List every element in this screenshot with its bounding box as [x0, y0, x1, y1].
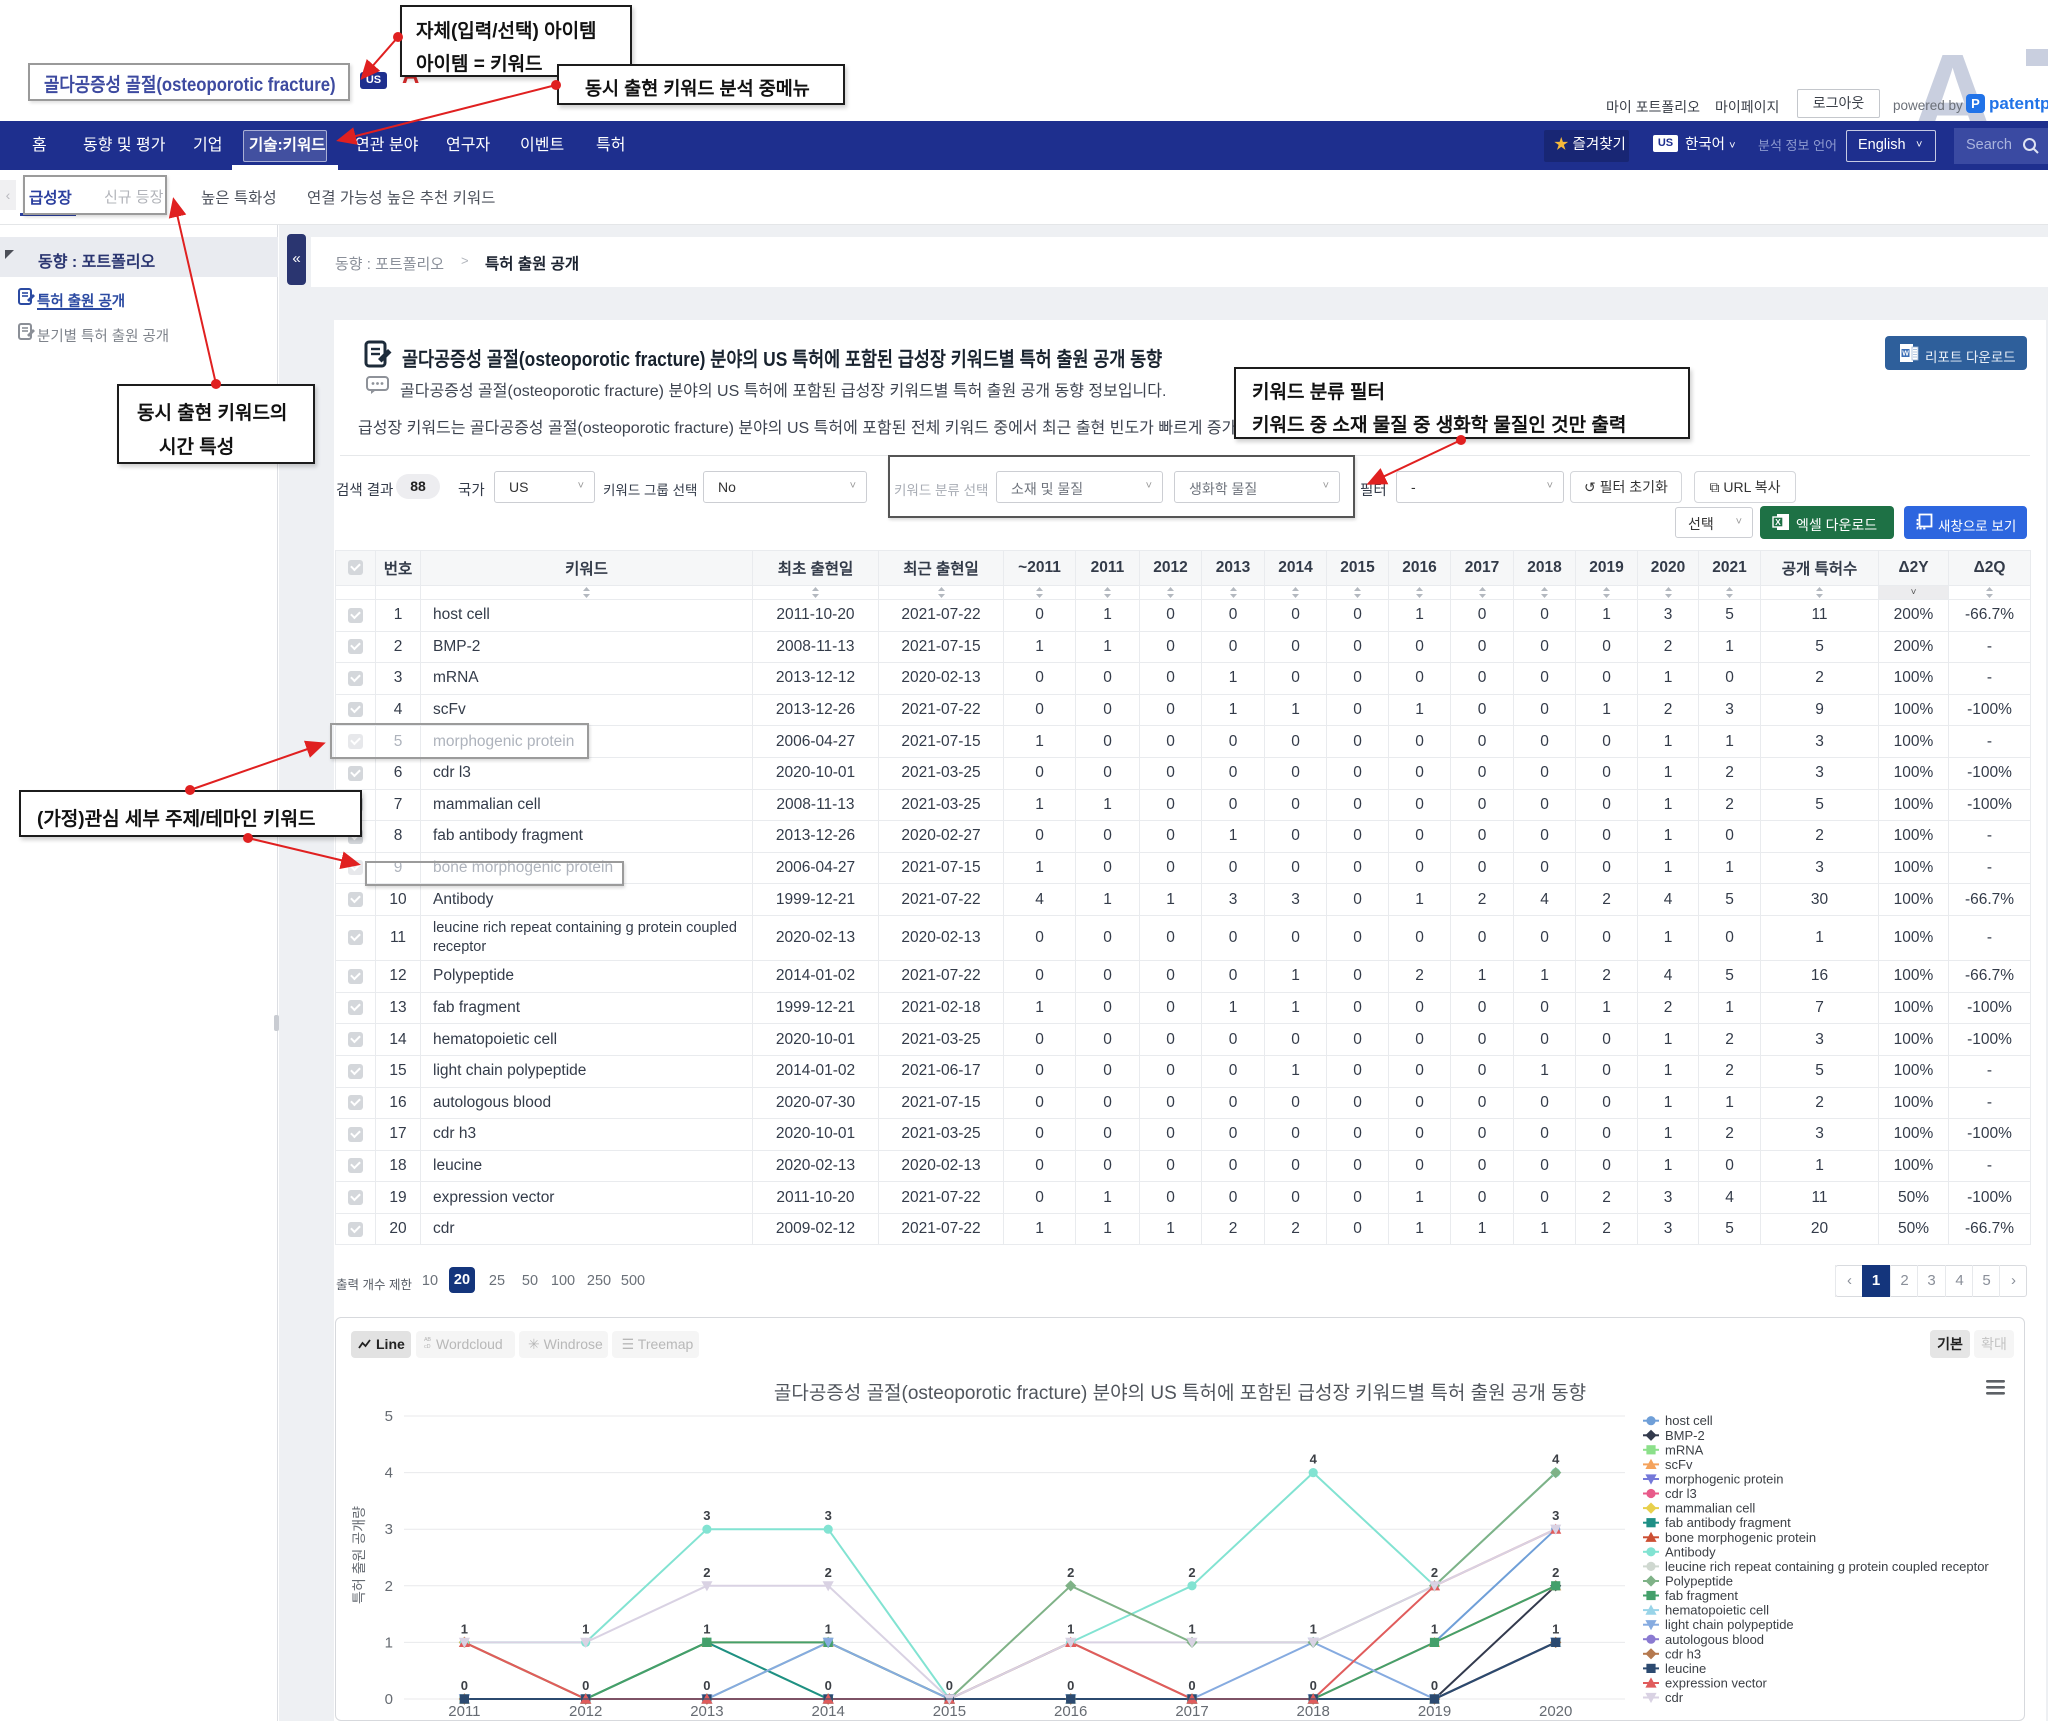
svg-text:expression vector: expression vector [1665, 1676, 1768, 1691]
svg-text:4: 4 [385, 1465, 393, 1482]
svg-text:0: 0 [703, 1678, 710, 1693]
svg-text:leucine rich repeat containing: leucine rich repeat containing g protein… [1665, 1559, 1989, 1574]
svg-text:2011: 2011 [448, 1703, 480, 1720]
svg-text:2016: 2016 [1054, 1703, 1087, 1720]
svg-text:1: 1 [1431, 1621, 1438, 1636]
svg-text:1: 1 [1310, 1621, 1317, 1636]
svg-text:leucine: leucine [1665, 1661, 1706, 1676]
svg-text:1: 1 [825, 1621, 832, 1636]
svg-text:1: 1 [703, 1621, 710, 1636]
svg-text:fab antibody fragment: fab antibody fragment [1665, 1515, 1791, 1530]
svg-text:W: W [1902, 351, 1909, 358]
svg-text:light chain polypeptide: light chain polypeptide [1665, 1617, 1794, 1632]
svg-text:host cell: host cell [1665, 1413, 1713, 1428]
svg-text:cdr h3: cdr h3 [1665, 1646, 1701, 1661]
svg-text:0: 0 [1310, 1678, 1317, 1693]
svg-text:BMP-2: BMP-2 [1665, 1428, 1705, 1443]
svg-text:1: 1 [461, 1621, 468, 1636]
svg-text:morphogenic protein: morphogenic protein [1665, 1472, 1784, 1487]
svg-text:2: 2 [385, 1578, 393, 1595]
svg-text:2017: 2017 [1175, 1703, 1208, 1720]
svg-text:scFv: scFv [1665, 1457, 1693, 1472]
svg-text:cdr: cdr [1665, 1690, 1684, 1705]
svg-text:1: 1 [582, 1621, 589, 1636]
svg-text:cdr l3: cdr l3 [1665, 1486, 1697, 1501]
svg-text:2: 2 [1552, 1565, 1559, 1580]
svg-text:1: 1 [1067, 1621, 1074, 1636]
svg-text:2014: 2014 [812, 1703, 845, 1720]
svg-text:5: 5 [385, 1408, 393, 1425]
svg-text:Antibody: Antibody [1665, 1544, 1716, 1559]
svg-text:0: 0 [1188, 1678, 1195, 1693]
svg-text:3: 3 [1552, 1508, 1559, 1523]
svg-text:bone morphogenic protein: bone morphogenic protein [1665, 1530, 1816, 1545]
svg-text:mammalian cell: mammalian cell [1665, 1501, 1755, 1516]
svg-text:Polypeptide: Polypeptide [1665, 1574, 1733, 1589]
svg-text:0: 0 [1067, 1678, 1074, 1693]
svg-text:2: 2 [825, 1565, 832, 1580]
svg-text:0: 0 [825, 1678, 832, 1693]
svg-text:4: 4 [1552, 1452, 1560, 1467]
svg-text:2020: 2020 [1539, 1703, 1572, 1720]
svg-text:2: 2 [1188, 1565, 1195, 1580]
svg-text:3: 3 [703, 1508, 710, 1523]
svg-text:4: 4 [1310, 1452, 1318, 1467]
svg-text:0: 0 [385, 1691, 393, 1708]
svg-text:mRNA: mRNA [1665, 1442, 1704, 1457]
svg-text:3: 3 [825, 1508, 832, 1523]
svg-text:fab fragment: fab fragment [1665, 1588, 1738, 1603]
svg-text:0: 0 [582, 1678, 589, 1693]
svg-text:hematopoietic cell: hematopoietic cell [1665, 1603, 1769, 1618]
svg-text:1: 1 [1552, 1621, 1559, 1636]
svg-text:2: 2 [703, 1565, 710, 1580]
svg-text:X: X [1775, 517, 1781, 527]
svg-text:0: 0 [461, 1678, 468, 1693]
svg-text:2013: 2013 [690, 1703, 723, 1720]
svg-text:3: 3 [385, 1521, 393, 1538]
svg-text:autologous blood: autologous blood [1665, 1632, 1764, 1647]
svg-text:1: 1 [1188, 1621, 1195, 1636]
svg-text:2018: 2018 [1297, 1703, 1330, 1720]
svg-text:2015: 2015 [933, 1703, 966, 1720]
svg-text:2012: 2012 [569, 1703, 602, 1720]
svg-text:2: 2 [1431, 1565, 1438, 1580]
svg-text:0: 0 [1431, 1678, 1438, 1693]
svg-text:2019: 2019 [1418, 1703, 1451, 1720]
svg-text:1: 1 [385, 1634, 393, 1651]
svg-text:0: 0 [946, 1678, 953, 1693]
svg-text:2: 2 [1067, 1565, 1074, 1580]
